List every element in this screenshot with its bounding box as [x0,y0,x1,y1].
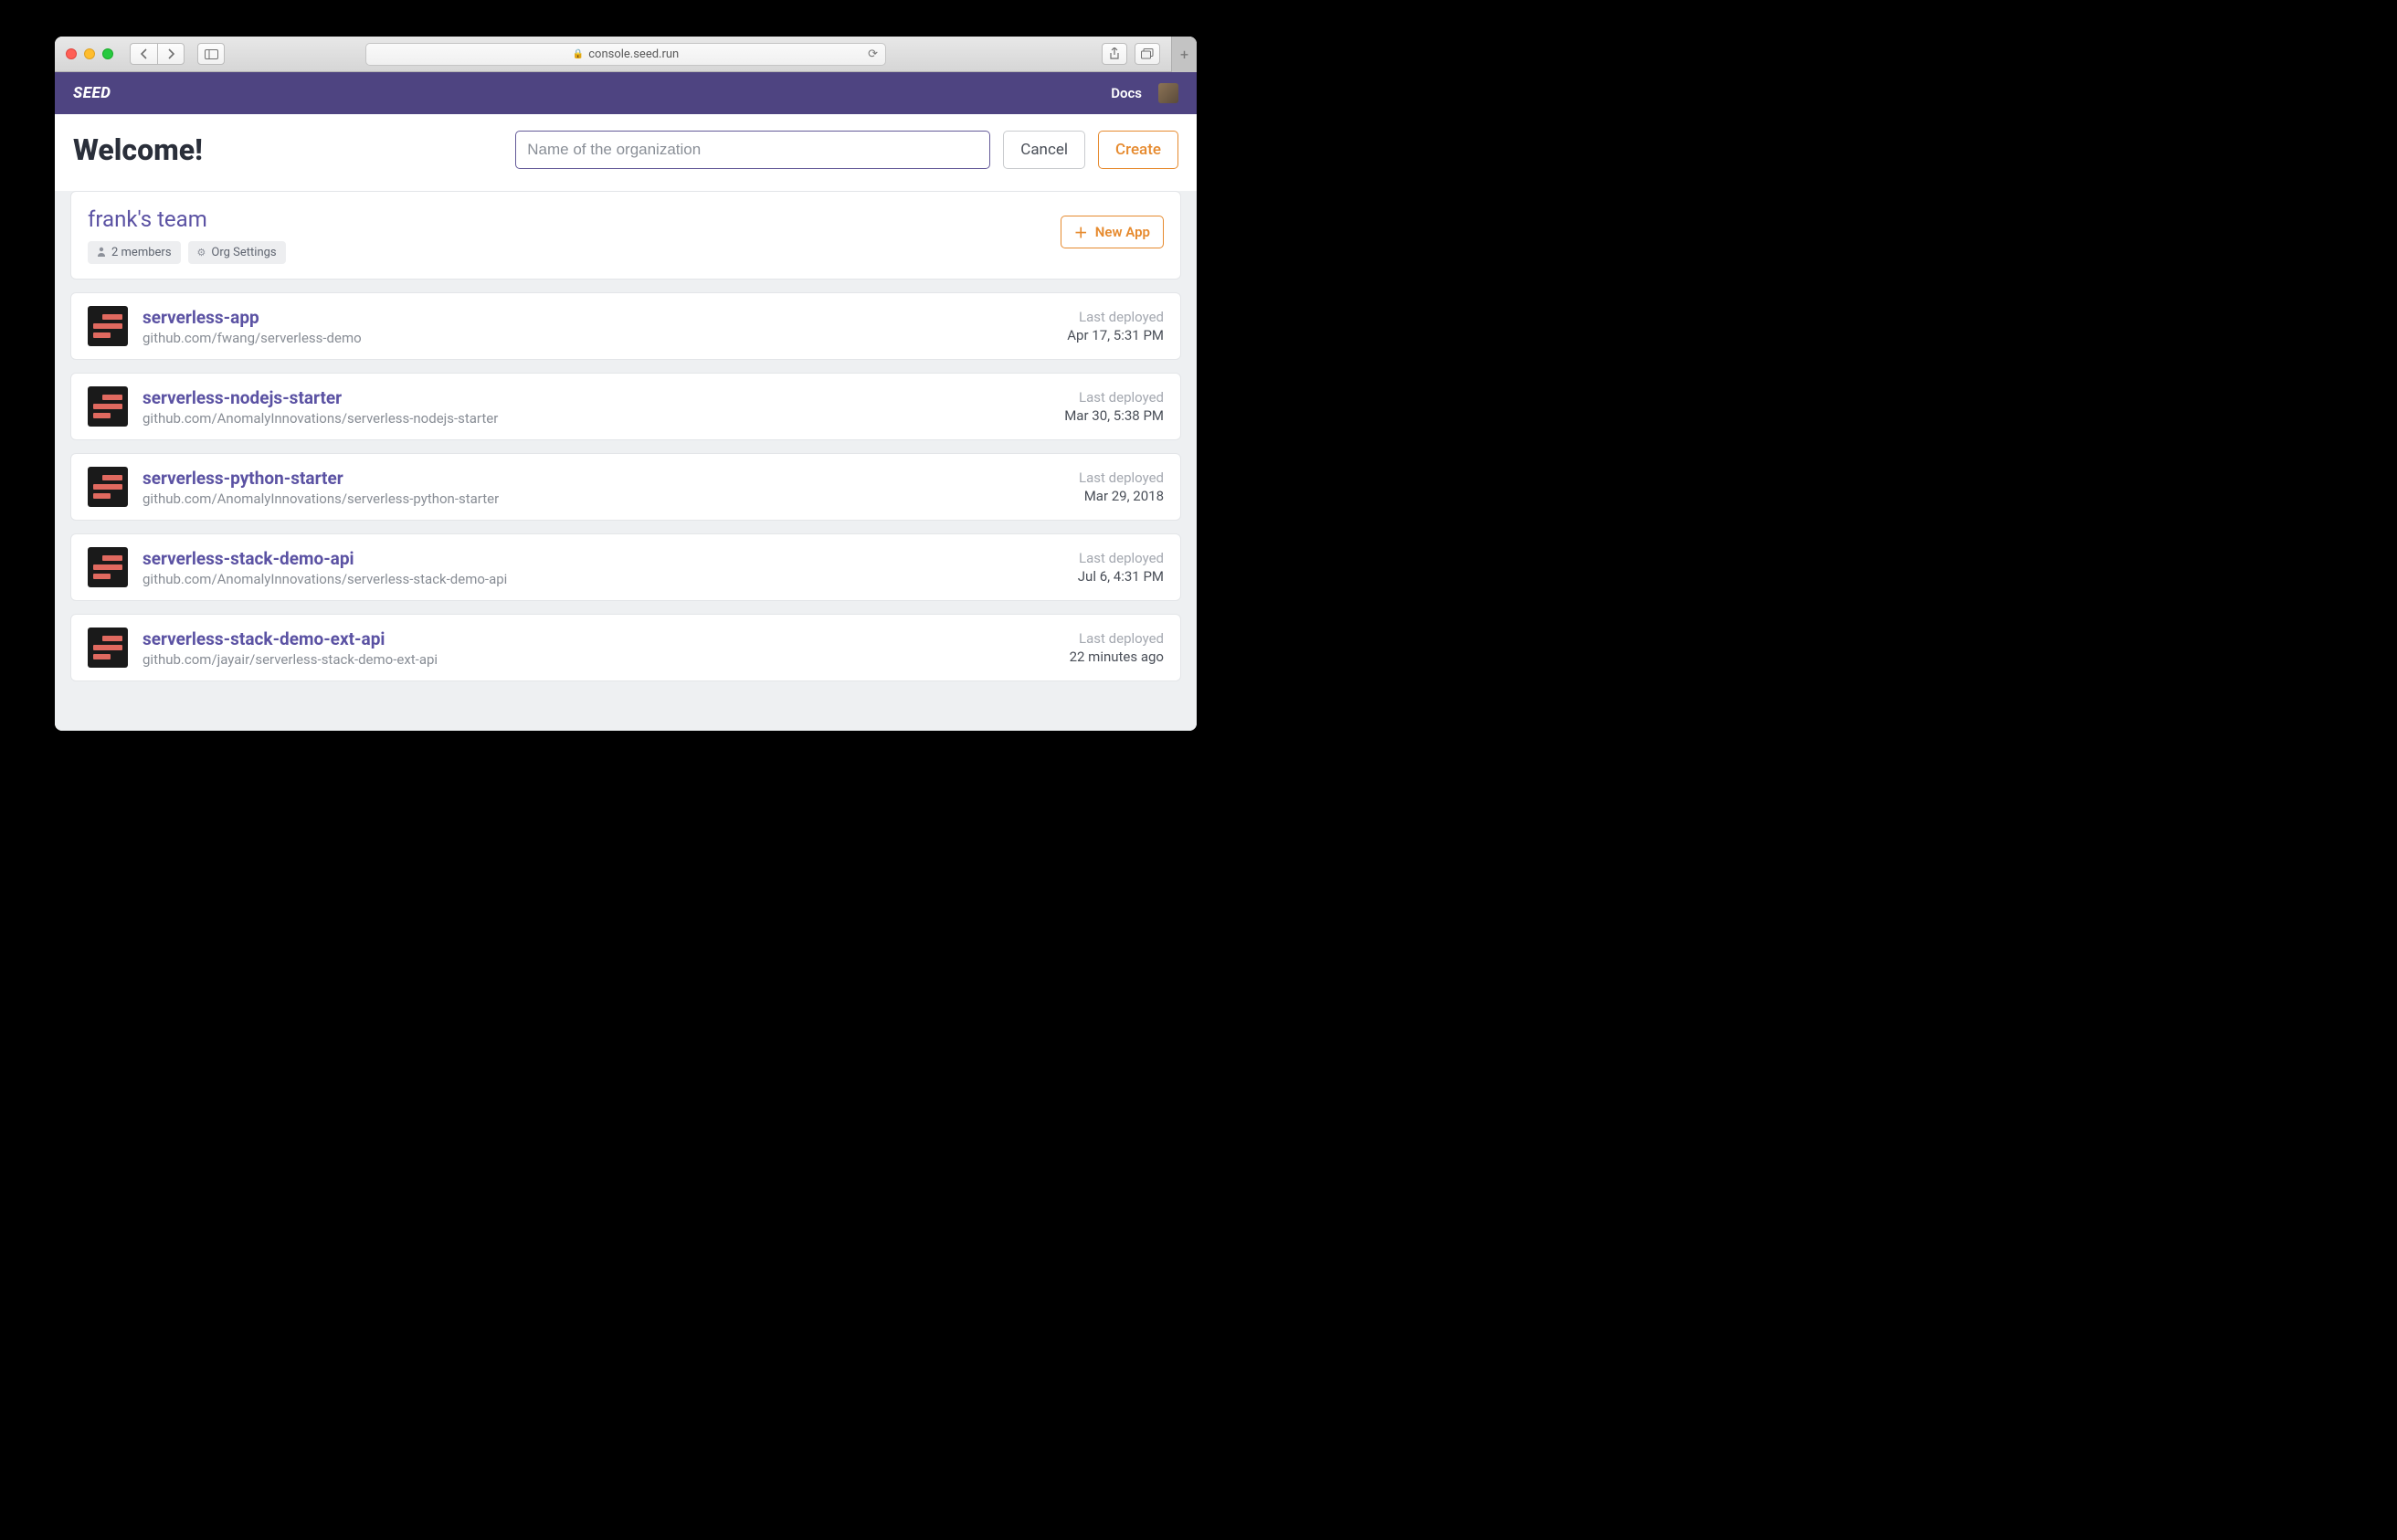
org-name-input[interactable] [515,131,990,169]
tabs-button[interactable] [1135,43,1160,65]
browser-window: 🔒 console.seed.run ⟳ + SEED Docs Welcome… [55,37,1197,731]
app-name[interactable]: serverless-stack-demo-api [143,548,1063,569]
app-repo: github.com/AnomalyInnovations/serverless… [143,490,1064,507]
app-repo: github.com/fwang/serverless-demo [143,330,1052,346]
gear-icon: ⚙ [197,247,206,258]
app-repo: github.com/AnomalyInnovations/serverless… [143,571,1063,587]
plus-icon: ＋ [1074,223,1088,242]
forward-button[interactable] [157,43,185,65]
app-deploy: Last deployed 22 minutes ago [1070,630,1164,665]
deploy-label: Last deployed [1078,550,1164,566]
app-icon [88,628,128,668]
app-icon [88,547,128,587]
back-button[interactable] [130,43,157,65]
members-pill[interactable]: 2 members [88,241,181,264]
settings-label: Org Settings [211,246,276,259]
user-icon [97,247,106,259]
app-info: serverless-nodejs-starter github.com/Ano… [143,387,1050,427]
apps-list: serverless-app github.com/fwang/serverle… [55,280,1197,703]
avatar[interactable] [1158,83,1178,103]
app-row[interactable]: serverless-stack-demo-api github.com/Ano… [70,533,1181,601]
window-controls [66,48,113,59]
app-name[interactable]: serverless-stack-demo-ext-api [143,628,1055,649]
nav-buttons [130,43,185,65]
deploy-time: Mar 30, 5:38 PM [1064,407,1164,424]
logo[interactable]: SEED [73,84,111,102]
app-icon [88,386,128,427]
content-area: Welcome! Cancel Create frank's team 2 me… [55,114,1197,731]
app-deploy: Last deployed Mar 29, 2018 [1079,469,1164,504]
new-app-button[interactable]: ＋ New App [1061,216,1164,248]
app-icon [88,467,128,507]
deploy-time: Mar 29, 2018 [1079,488,1164,504]
deploy-label: Last deployed [1079,469,1164,486]
app-name[interactable]: serverless-nodejs-starter [143,387,1050,408]
team-name[interactable]: frank's team [88,206,1164,232]
close-window-icon[interactable] [66,48,77,59]
app-deploy: Last deployed Mar 30, 5:38 PM [1064,389,1164,424]
org-settings-pill[interactable]: ⚙ Org Settings [188,241,286,264]
maximize-window-icon[interactable] [102,48,113,59]
deploy-time: Jul 6, 4:31 PM [1078,568,1164,585]
deploy-label: Last deployed [1064,389,1164,406]
deploy-label: Last deployed [1067,309,1164,325]
app-info: serverless-stack-demo-ext-api github.com… [143,628,1055,668]
team-card: frank's team 2 members ⚙ Org Settings ＋ … [70,191,1181,280]
create-button[interactable]: Create [1098,131,1178,169]
new-tab-button[interactable]: + [1171,37,1197,72]
app-name[interactable]: serverless-app [143,307,1052,328]
welcome-row: Welcome! Cancel Create [55,114,1197,191]
reload-icon[interactable]: ⟳ [868,47,878,61]
app-deploy: Last deployed Apr 17, 5:31 PM [1067,309,1164,343]
members-label: 2 members [111,246,172,259]
app-icon [88,306,128,346]
docs-link[interactable]: Docs [1111,85,1142,101]
sidebar-toggle-button[interactable] [197,43,225,65]
lock-icon: 🔒 [573,49,584,59]
app-info: serverless-stack-demo-api github.com/Ano… [143,548,1063,587]
deploy-label: Last deployed [1070,630,1164,647]
share-button[interactable] [1102,43,1127,65]
app-info: serverless-python-starter github.com/Ano… [143,468,1064,507]
new-app-label: New App [1095,224,1150,240]
app-row[interactable]: serverless-python-starter github.com/Ano… [70,453,1181,521]
app-repo: github.com/AnomalyInnovations/serverless… [143,410,1050,427]
app-header: SEED Docs [55,72,1197,114]
app-row[interactable]: serverless-nodejs-starter github.com/Ano… [70,373,1181,440]
url-text: console.seed.run [588,47,679,61]
app-repo: github.com/jayair/serverless-stack-demo-… [143,651,1055,668]
url-bar[interactable]: 🔒 console.seed.run ⟳ [365,43,886,66]
app-name[interactable]: serverless-python-starter [143,468,1064,489]
app-info: serverless-app github.com/fwang/serverle… [143,307,1052,346]
browser-chrome: 🔒 console.seed.run ⟳ + [55,37,1197,72]
deploy-time: Apr 17, 5:31 PM [1067,327,1164,343]
app-row[interactable]: serverless-stack-demo-ext-api github.com… [70,614,1181,681]
cancel-button[interactable]: Cancel [1003,131,1085,169]
app-deploy: Last deployed Jul 6, 4:31 PM [1078,550,1164,585]
page-title: Welcome! [73,132,203,167]
app-row[interactable]: serverless-app github.com/fwang/serverle… [70,292,1181,360]
deploy-time: 22 minutes ago [1070,649,1164,665]
minimize-window-icon[interactable] [84,48,95,59]
